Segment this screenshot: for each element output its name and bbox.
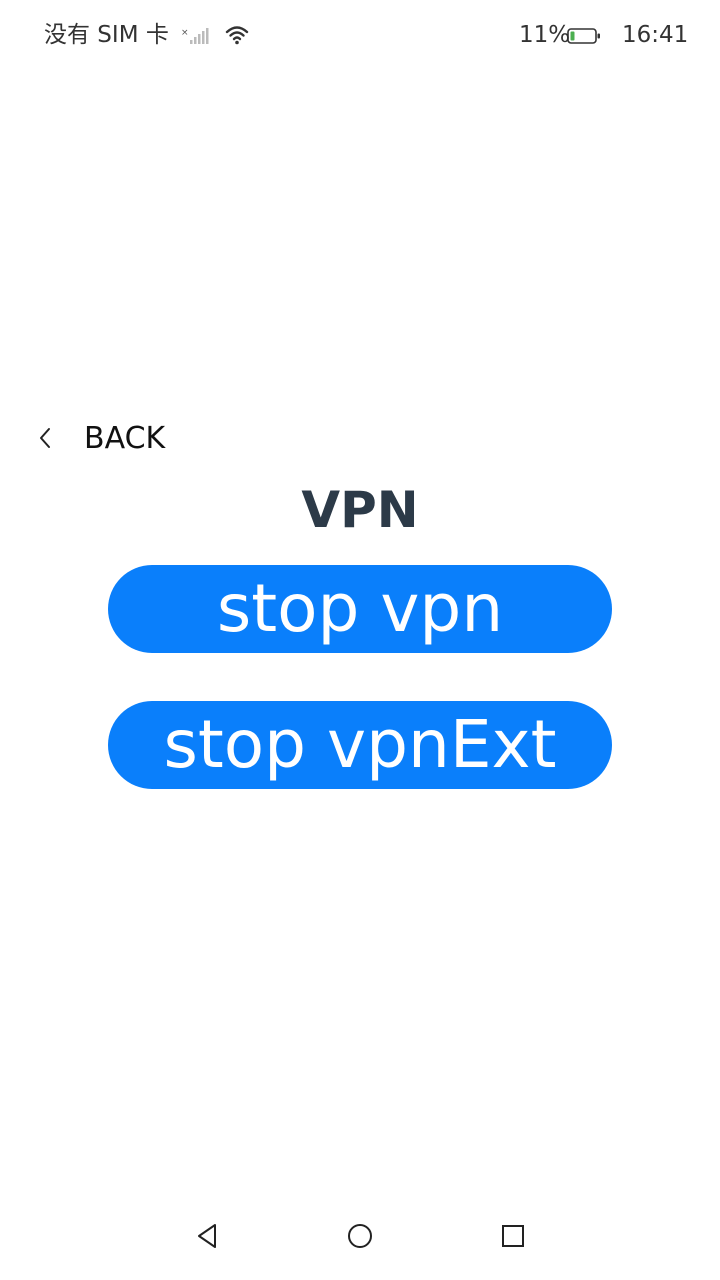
stop-vpn-button[interactable]: stop vpn <box>108 565 612 653</box>
back-label: BACK <box>84 420 166 456</box>
square-recent-icon[interactable] <box>493 1216 533 1256</box>
triangle-back-icon[interactable] <box>187 1216 227 1256</box>
navigation-bar <box>0 1200 720 1280</box>
battery-icon <box>567 26 601 46</box>
svg-text:×: × <box>181 28 189 38</box>
battery-percent: 11% <box>519 22 571 48</box>
status-bar: 没有 SIM 卡 × 11% 16:41 <box>0 0 720 72</box>
clock: 16:41 <box>622 22 689 48</box>
carrier-text: 没有 SIM 卡 <box>44 22 169 48</box>
page-title: VPN <box>301 481 419 539</box>
app-screen: 没有 SIM 卡 × 11% 16:41 BACK VPN stop vpn s… <box>0 0 720 1280</box>
circle-home-icon[interactable] <box>340 1216 380 1256</box>
chevron-left-icon <box>30 418 60 458</box>
signal-icon: × <box>181 26 211 46</box>
wifi-icon <box>225 24 249 46</box>
stop-vpn-ext-button[interactable]: stop vpnExt <box>108 701 612 789</box>
back-button[interactable]: BACK <box>30 416 165 460</box>
